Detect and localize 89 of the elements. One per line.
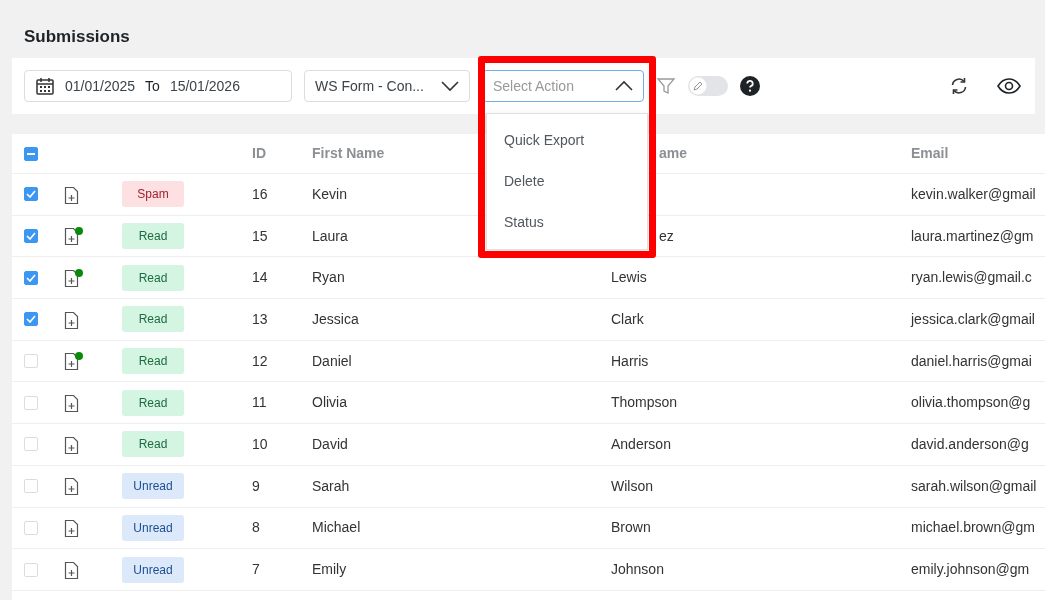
id-cell: 10	[252, 435, 268, 452]
id-cell: 14	[252, 269, 268, 286]
status-badge: Read	[122, 223, 184, 250]
page-title: Submissions	[24, 26, 130, 49]
id-cell: 8	[252, 519, 260, 536]
dropdown-item[interactable]: Status	[487, 202, 647, 243]
last-name-cell: Thompson	[611, 394, 678, 411]
email-cell: olivia.thompson@g	[911, 394, 1031, 411]
chevron-up-icon	[615, 80, 633, 92]
document-with-dot-icon[interactable]	[64, 352, 83, 372]
calendar-icon	[35, 76, 55, 96]
document-add-icon[interactable]	[64, 560, 79, 580]
dropdown-item[interactable]: Delete	[487, 161, 647, 202]
first-name-cell: Michael	[312, 519, 361, 536]
action-select-placeholder: Select Action	[493, 76, 574, 96]
document-with-dot-icon[interactable]	[64, 227, 83, 247]
email-cell: kevin.walker@gmail	[911, 185, 1036, 202]
status-badge: Unread	[122, 556, 184, 583]
status-badge: Read	[122, 306, 184, 333]
first-name-cell: Sarah	[312, 477, 350, 494]
document-add-icon[interactable]	[64, 310, 79, 330]
row-checkbox[interactable]	[24, 229, 38, 244]
check-icon	[26, 190, 36, 199]
status-badge: Read	[122, 431, 184, 458]
email-cell: daniel.harris@gmai	[911, 352, 1032, 369]
last-name-cell: Johnson	[611, 561, 664, 578]
status-badge: Read	[122, 264, 184, 291]
last-name-cell: ez	[659, 227, 674, 244]
last-name-cell: Lewis	[611, 269, 647, 286]
document-add-icon[interactable]	[64, 185, 79, 205]
first-name-cell: Kevin	[312, 185, 348, 202]
email-cell: ryan.lewis@gmail.c	[911, 269, 1032, 286]
chevron-down-icon	[441, 80, 459, 92]
id-cell: 12	[252, 352, 268, 369]
filter-icon[interactable]	[656, 76, 676, 96]
last-name-cell: Clark	[611, 310, 644, 327]
check-icon	[26, 273, 36, 282]
form-select-value: WS Form - Con...	[315, 76, 424, 96]
row-checkbox[interactable]	[24, 312, 38, 327]
id-cell: 9	[252, 477, 260, 494]
first-name-cell: Laura	[312, 227, 348, 244]
id-cell: 15	[252, 227, 268, 244]
email-cell: michael.brown@gm	[911, 519, 1035, 536]
first-name-cell: David	[312, 435, 348, 452]
id-cell: 13	[252, 310, 268, 327]
select-all-checkbox[interactable]	[24, 146, 38, 161]
check-icon	[26, 315, 36, 324]
check-icon	[26, 232, 36, 241]
row-checkbox[interactable]	[24, 187, 38, 202]
last-name-cell: Anderson	[611, 435, 671, 452]
dropdown-item[interactable]: Quick Export	[487, 120, 647, 161]
document-add-icon[interactable]	[64, 477, 79, 497]
email-cell: laura.martinez@gm	[911, 227, 1034, 244]
id-cell: 16	[252, 185, 268, 202]
email-cell: jessica.clark@gmail	[911, 310, 1035, 327]
pencil-icon	[689, 77, 707, 95]
last-name-cell: Wilson	[611, 477, 653, 494]
document-add-icon[interactable]	[64, 394, 79, 414]
email-cell: emily.johnson@gm	[911, 561, 1030, 578]
document-with-dot-icon[interactable]	[64, 269, 83, 288]
first-name-cell: Jessica	[312, 310, 359, 327]
status-badge: Unread	[122, 514, 184, 541]
status-badge: Read	[122, 389, 184, 416]
id-cell: 11	[252, 394, 267, 411]
date-to: 15/01/2026	[169, 76, 240, 96]
id-cell: 7	[252, 561, 260, 578]
help-icon[interactable]	[740, 76, 760, 96]
date-from: 01/01/2025	[65, 76, 136, 96]
status-badge: Read	[122, 348, 184, 375]
email-cell: sarah.wilson@gmail	[911, 477, 1037, 494]
status-badge: Unread	[122, 473, 184, 500]
last-name-cell: Brown	[611, 519, 651, 536]
document-add-icon[interactable]	[64, 435, 79, 455]
last-name-cell: Harris	[611, 352, 649, 369]
email-cell: david.anderson@g	[911, 435, 1029, 452]
first-name-cell: Daniel	[312, 352, 352, 369]
refresh-icon[interactable]	[949, 76, 969, 96]
status-badge: Spam	[122, 181, 184, 208]
first-name-cell: Olivia	[312, 394, 347, 411]
toggle-switch[interactable]	[688, 76, 728, 96]
document-add-icon[interactable]	[64, 519, 79, 539]
row-checkbox[interactable]	[24, 270, 38, 285]
eye-icon[interactable]	[997, 76, 1021, 96]
first-name-cell: Ryan	[312, 269, 345, 286]
minus-icon	[27, 152, 35, 155]
first-name-cell: Emily	[312, 561, 347, 578]
date-range-field[interactable]: 01/01/2025 To 15/01/2026	[24, 70, 292, 102]
date-to-label: To	[145, 76, 160, 96]
form-select[interactable]: WS Form - Con...	[304, 70, 470, 102]
